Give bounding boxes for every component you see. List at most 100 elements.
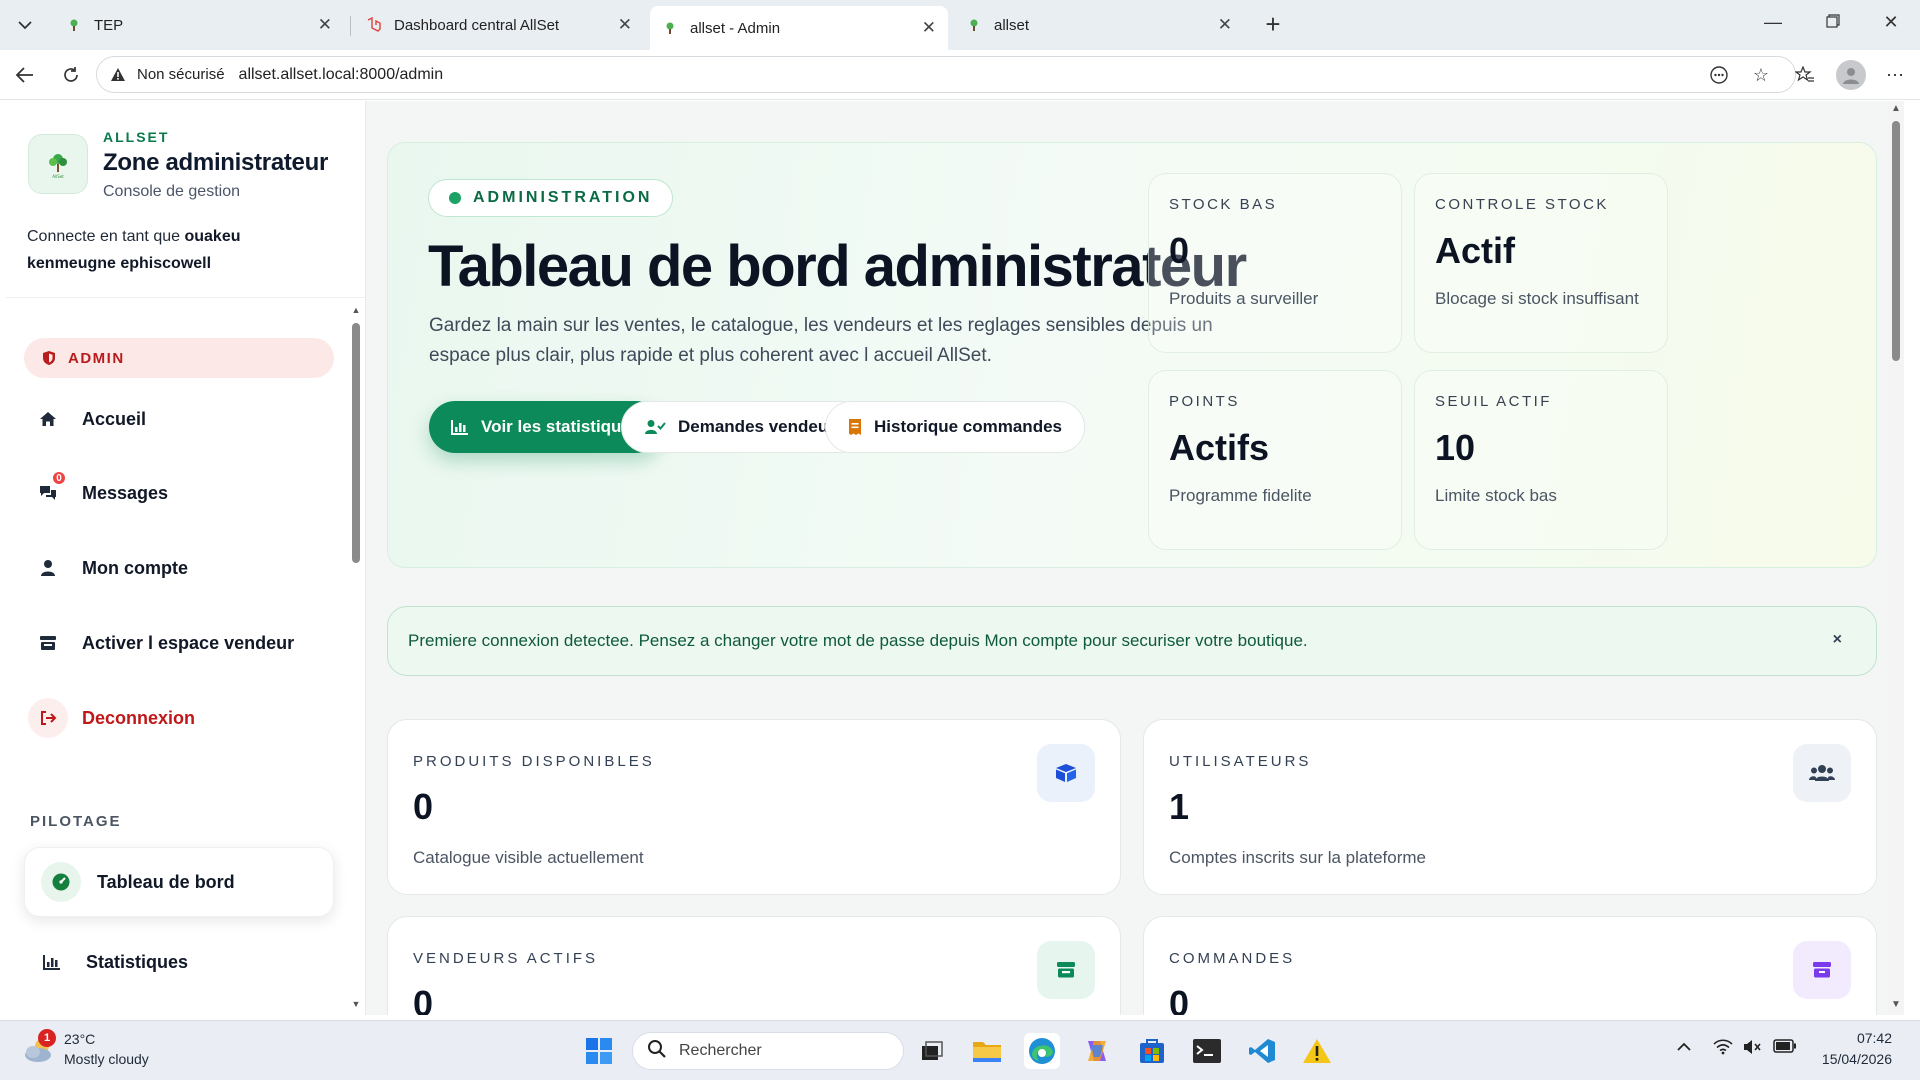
stat-key: SEUIL ACTIF (1435, 393, 1552, 410)
admin-sidebar: AllSet ALLSET Zone administrateur Consol… (6, 101, 366, 1015)
browser-tab-dashboard[interactable]: Dashboard central AllSet ✕ (354, 6, 644, 44)
tab-title: allset (994, 16, 1030, 34)
brand-title: Zone administrateur (103, 149, 329, 176)
url-text[interactable]: allset.allset.local:8000/admin (239, 66, 444, 84)
tab-separator (350, 16, 351, 36)
windows-start-icon[interactable] (581, 1033, 617, 1069)
sidebar-item-statistiques[interactable]: Statistiques (32, 937, 342, 987)
warning-app-icon[interactable] (1299, 1033, 1335, 1069)
tray-overflow-chevron-icon[interactable] (1676, 1039, 1692, 1057)
copilot-icon[interactable] (1079, 1033, 1115, 1069)
pill-label: ADMINISTRATION (473, 189, 653, 206)
sidebar-item-deconnexion[interactable]: Deconnexion (28, 693, 338, 743)
sidebar-item-accueil[interactable]: Accueil (28, 394, 338, 444)
page-scroll-thumb[interactable] (1892, 121, 1900, 361)
reader-mode-icon[interactable] (1706, 62, 1732, 88)
archive-icon (1793, 941, 1851, 999)
stat-description: Blocage si stock insuffisant (1435, 289, 1639, 308)
card-commandes[interactable]: COMMANDES 0 (1143, 916, 1877, 1015)
admin-role-pill: ADMIN (24, 338, 334, 378)
close-alert-icon[interactable]: × (1833, 631, 1842, 649)
new-tab-plus-icon[interactable]: + (1258, 10, 1288, 40)
historique-commandes-button[interactable]: Historique commandes (825, 401, 1085, 453)
tab-title: allset - Admin (690, 19, 781, 37)
card-vendeurs-actifs[interactable]: VENDEURS ACTIFS 0 (387, 916, 1121, 1015)
volume-muted-icon[interactable] (1742, 1039, 1762, 1060)
sidebar-divider (6, 297, 365, 298)
card-value: 1 (1169, 786, 1190, 827)
svg-text:AllSet: AllSet (52, 174, 64, 179)
browser-tab-bar: TEP ✕ Dashboard central AllSet ✕ allset … (0, 0, 1920, 50)
card-key: UTILISATEURS (1169, 753, 1312, 770)
role-label: ADMIN (68, 349, 125, 367)
restore-icon[interactable] (1818, 12, 1848, 33)
sidebar-item-activer-vendeur[interactable]: Activer l espace vendeur (28, 618, 338, 668)
laravel-favicon-icon (366, 17, 382, 33)
windows-taskbar: 1 23°C Mostly cloudy Rechercher 07:42 15… (0, 1020, 1920, 1080)
security-label[interactable]: Non sécurisé (137, 66, 225, 83)
profile-avatar-icon[interactable] (1836, 60, 1866, 90)
card-utilisateurs[interactable]: UTILISATEURS 1 Comptes inscrits sur la p… (1143, 719, 1877, 895)
scroll-down-arrow-icon[interactable]: ▼ (1890, 999, 1902, 1010)
scroll-up-arrow-icon[interactable]: ▲ (350, 305, 362, 315)
scroll-up-arrow-icon[interactable]: ▲ (1890, 103, 1902, 114)
card-produits-disponibles[interactable]: PRODUITS DISPONIBLES 0 Catalogue visible… (387, 719, 1121, 895)
stat-key: STOCK BAS (1169, 196, 1278, 213)
chat-icon: 0 (28, 470, 68, 513)
wifi-icon[interactable] (1713, 1039, 1733, 1060)
weather-condition[interactable]: Mostly cloudy (64, 1051, 149, 1067)
vscode-icon[interactable] (1244, 1033, 1280, 1069)
more-menu-icon[interactable]: ⋯ (1882, 62, 1908, 88)
edge-browser-icon[interactable] (1024, 1033, 1060, 1069)
stat-seuil-actif: SEUIL ACTIF 10 Limite stock bas (1414, 370, 1668, 550)
close-tab-icon[interactable]: ✕ (922, 18, 936, 38)
sidebar-item-tableau-de-bord[interactable]: Tableau de bord (24, 847, 334, 917)
minimize-icon[interactable]: — (1758, 12, 1788, 33)
sidebar-item-messages[interactable]: 0 Messages (28, 468, 338, 518)
clock-time[interactable]: 07:42 (1826, 1030, 1892, 1046)
browser-tab-allset[interactable]: allset ✕ (954, 6, 1244, 44)
close-tab-icon[interactable]: ✕ (318, 15, 332, 35)
favorites-list-icon[interactable] (1792, 62, 1818, 88)
back-arrow-icon[interactable] (12, 62, 38, 88)
stat-stock-bas: STOCK BAS 0 Produits a surveiller (1148, 173, 1402, 353)
shop-icon (1037, 941, 1095, 999)
weather-alert-badge: 1 (38, 1029, 56, 1047)
sidebar-item-label: Accueil (82, 408, 147, 429)
microsoft-store-icon[interactable] (1134, 1033, 1170, 1069)
sidebar-scroll-thumb[interactable] (352, 323, 360, 563)
page-scrollbar[interactable]: ▲ ▼ (1888, 101, 1904, 1015)
allset-logo[interactable]: AllSet (28, 134, 88, 194)
connected-prefix: Connecte en tant que (27, 228, 181, 245)
card-description: Catalogue visible actuellement (413, 848, 644, 867)
scroll-down-arrow-icon[interactable]: ▼ (350, 999, 362, 1009)
card-key: PRODUITS DISPONIBLES (413, 753, 655, 770)
sidebar-scrollbar[interactable]: ▲ ▼ (350, 303, 362, 1015)
battery-icon[interactable] (1773, 1039, 1797, 1058)
alert-text: Premiere connexion detectee. Pensez a ch… (408, 631, 1308, 650)
terminal-icon[interactable] (1189, 1033, 1225, 1069)
users-icon (1793, 744, 1851, 802)
sidebar-item-mon-compte[interactable]: Mon compte (28, 543, 338, 593)
tab-title: TEP (94, 16, 124, 34)
browser-tab-admin[interactable]: allset - Admin ✕ (650, 6, 948, 50)
browser-tab-tep[interactable]: TEP ✕ (54, 6, 344, 44)
tab-list-chevron-icon[interactable] (8, 10, 42, 40)
status-dot (449, 192, 461, 204)
clock-date[interactable]: 15/04/2026 (1816, 1051, 1892, 1067)
reload-icon[interactable] (58, 62, 84, 88)
messages-count-badge: 0 (51, 470, 67, 486)
weather-temperature[interactable]: 23°C (64, 1031, 95, 1047)
url-omnibox[interactable]: Non sécurisé allset.allset.local:8000/ad… (96, 56, 1796, 93)
close-tab-icon[interactable]: ✕ (1218, 15, 1232, 35)
file-explorer-icon[interactable] (969, 1033, 1005, 1069)
card-value: 0 (413, 983, 434, 1015)
close-window-icon[interactable]: ✕ (1876, 12, 1906, 33)
warning-triangle-icon[interactable] (109, 66, 127, 84)
favorite-star-icon[interactable]: ☆ (1748, 62, 1774, 88)
button-label: Historique commandes (874, 417, 1062, 436)
stat-key: CONTROLE STOCK (1435, 196, 1609, 213)
taskbar-search-box[interactable]: Rechercher (632, 1032, 904, 1070)
close-tab-icon[interactable]: ✕ (618, 15, 632, 35)
task-view-icon[interactable] (914, 1033, 950, 1069)
